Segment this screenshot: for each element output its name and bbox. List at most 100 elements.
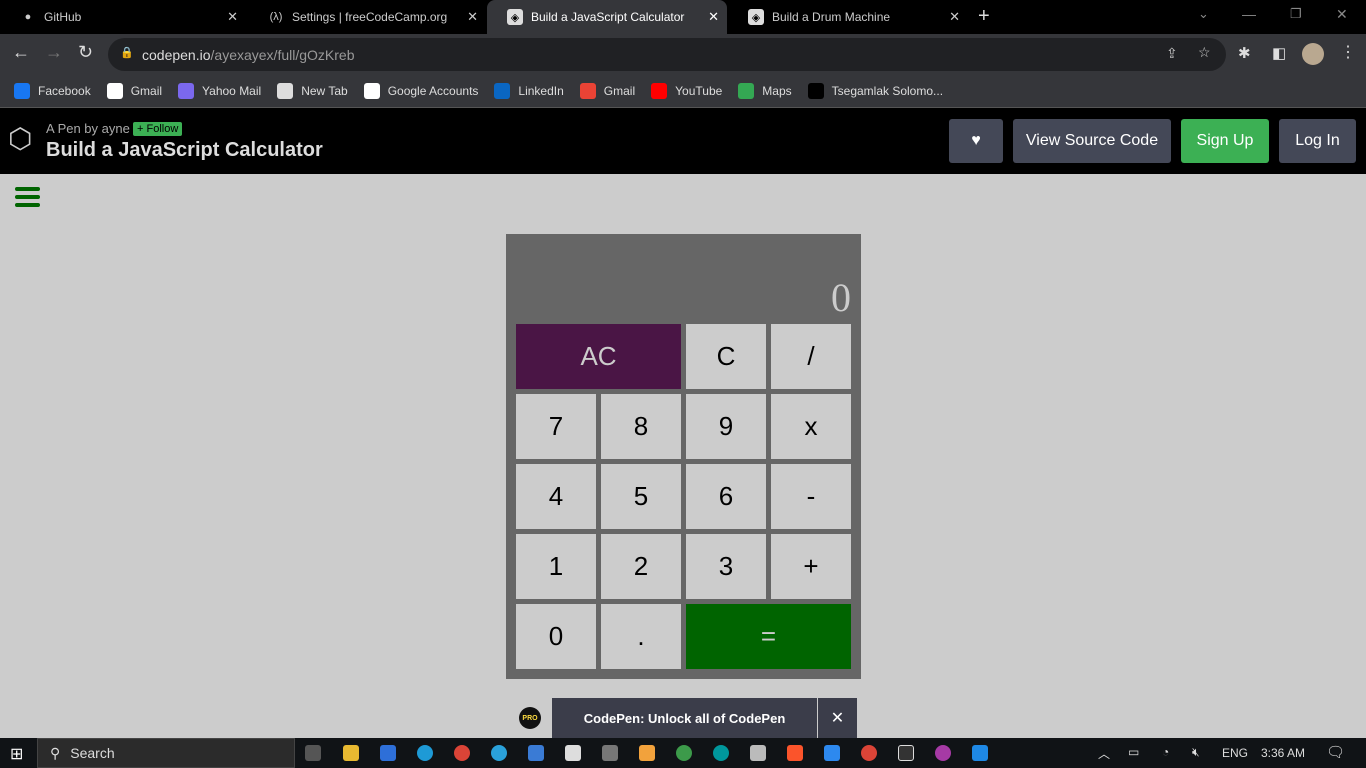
key-clear-all[interactable]: AC [516, 324, 681, 389]
key-one[interactable]: 1 [516, 534, 596, 599]
pro-badge-icon[interactable]: PRO [519, 707, 541, 729]
bookmark-label: New Tab [301, 83, 348, 98]
arduino-icon[interactable] [713, 745, 729, 761]
key-clear[interactable]: C [686, 324, 766, 389]
close-tab-icon[interactable]: ✕ [467, 9, 478, 25]
windows-start-icon[interactable]: ⊞ [10, 744, 23, 764]
tab-freecodecamp[interactable]: (λ) Settings | freeCodeCamp.org ✕ [248, 0, 486, 34]
calculator-app-icon[interactable] [602, 745, 618, 761]
tab-search-icon[interactable]: ⌄ [1198, 6, 1209, 22]
restore-button[interactable]: ❐ [1290, 6, 1302, 22]
close-window-button[interactable]: ✕ [1336, 6, 1348, 23]
bookmark-item[interactable]: Maps [738, 82, 792, 99]
language-indicator[interactable]: ENG [1222, 746, 1248, 760]
clock[interactable]: 3:36 AM [1261, 746, 1305, 760]
bookmark-item[interactable]: Gmail [579, 82, 635, 99]
chrome-icon[interactable] [861, 745, 877, 761]
heart-button[interactable]: ♥ [949, 119, 1003, 163]
key-seven[interactable]: 7 [516, 394, 596, 459]
log-in-button[interactable]: Log In [1279, 119, 1356, 163]
menu-icon[interactable]: ⋮ [1340, 42, 1356, 62]
view-source-button[interactable]: View Source Code [1013, 119, 1171, 163]
app-icon[interactable] [639, 745, 655, 761]
side-panel-icon[interactable]: ◧ [1272, 44, 1286, 62]
bookmark-star-icon[interactable]: ☆ [1198, 44, 1211, 61]
app-icon[interactable] [750, 745, 766, 761]
back-button[interactable]: ← [12, 42, 30, 63]
app-icon[interactable] [935, 745, 951, 761]
app-icon[interactable] [676, 745, 692, 761]
bookmark-item[interactable]: Google Accounts [363, 82, 478, 99]
bookmark-item[interactable]: New Tab [277, 82, 348, 99]
minimize-button[interactable]: — [1242, 6, 1256, 22]
calculator-display: 0 [831, 275, 851, 320]
share-icon[interactable]: ⇪ [1166, 45, 1178, 62]
tab-github[interactable]: ● GitHub ✕ [0, 0, 246, 34]
codepen-logo-icon[interactable]: ⬡ [8, 124, 38, 154]
new-tab-button[interactable]: + [978, 5, 990, 28]
bookmark-label: Maps [762, 83, 792, 98]
key-equals[interactable]: = [686, 604, 851, 669]
key-eight[interactable]: 8 [601, 394, 681, 459]
bookmark-favicon-icon [277, 82, 294, 99]
app-icon[interactable] [824, 745, 840, 761]
close-tab-icon[interactable]: ✕ [227, 9, 238, 25]
bookmark-item[interactable]: Tsegamlak Solomo... [807, 82, 944, 99]
chrome-icon[interactable] [454, 745, 470, 761]
notifications-icon[interactable]: 🗨︎ [1326, 743, 1345, 761]
close-tab-icon[interactable]: ✕ [949, 9, 960, 25]
key-nine[interactable]: 9 [686, 394, 766, 459]
calculator: 0 AC C / 7 8 9 x 4 5 6 - 1 2 3 + 0 . = [506, 234, 861, 679]
key-add[interactable]: + [771, 534, 851, 599]
key-decimal[interactable]: . [601, 604, 681, 669]
notepad-icon[interactable] [565, 745, 581, 761]
tab-drum-machine[interactable]: ◈ Build a Drum Machine ✕ [728, 0, 968, 34]
taskbar-search[interactable]: ⚲ Search [37, 738, 295, 768]
close-tab-icon[interactable]: ✕ [708, 9, 719, 25]
file-explorer-icon[interactable] [343, 745, 359, 761]
bookmark-label: Gmail [130, 83, 163, 98]
key-multiply[interactable]: x [771, 394, 851, 459]
tab-calculator[interactable]: ◈ Build a JavaScript Calculator ✕ [487, 0, 727, 34]
brave-icon[interactable] [787, 745, 803, 761]
volume-muted-icon[interactable]: 🔇︎ [1192, 745, 1200, 760]
battery-icon[interactable]: ▭ [1128, 745, 1139, 759]
key-two[interactable]: 2 [601, 534, 681, 599]
store-icon[interactable] [380, 745, 396, 761]
codepen-promo-banner[interactable]: CodePen: Unlock all of CodePen [552, 698, 817, 738]
vscode-icon[interactable] [972, 745, 988, 761]
url-host: codepen.io [142, 46, 211, 63]
tab-bar: ● GitHub ✕ (λ) Settings | freeCodeCamp.org ✕… [0, 0, 1366, 34]
bookmark-item[interactable]: Gmail [106, 82, 163, 99]
key-three[interactable]: 3 [686, 534, 766, 599]
wifi-icon[interactable]: ◔ [1162, 745, 1169, 759]
task-view-icon[interactable] [305, 745, 321, 761]
pycharm-icon[interactable] [898, 745, 914, 761]
reload-button[interactable]: ↻ [78, 42, 93, 63]
follow-button[interactable]: + Follow [133, 122, 183, 136]
telegram-icon[interactable] [491, 745, 507, 761]
key-zero[interactable]: 0 [516, 604, 596, 669]
sign-up-button[interactable]: Sign Up [1181, 119, 1269, 163]
key-subtract[interactable]: - [771, 464, 851, 529]
key-four[interactable]: 4 [516, 464, 596, 529]
mail-icon[interactable] [528, 745, 544, 761]
bookmark-label: Tsegamlak Solomo... [831, 83, 944, 98]
show-hidden-icons[interactable]: ︿ [1098, 745, 1110, 762]
bookmark-item[interactable]: LinkedIn [494, 82, 564, 99]
bookmark-item[interactable]: Facebook [14, 82, 91, 99]
extensions-icon[interactable]: ✱ [1238, 44, 1251, 62]
url-field[interactable]: 🔒 codepen.io/ayexayex/full/gOzKreb ⇪ ☆ [108, 38, 1226, 71]
key-five[interactable]: 5 [601, 464, 681, 529]
pen-byline[interactable]: A Pen by ayne [46, 121, 130, 136]
bookmark-favicon-icon [579, 82, 596, 99]
bookmark-item[interactable]: YouTube [651, 82, 722, 99]
hamburger-menu-icon[interactable] [15, 187, 40, 207]
profile-avatar[interactable] [1302, 43, 1324, 65]
forward-button[interactable]: → [45, 42, 63, 63]
key-divide[interactable]: / [771, 324, 851, 389]
bookmark-item[interactable]: Yahoo Mail [178, 82, 261, 99]
key-six[interactable]: 6 [686, 464, 766, 529]
edge-icon[interactable] [417, 745, 433, 761]
banner-close-button[interactable]: ✕ [818, 698, 857, 738]
